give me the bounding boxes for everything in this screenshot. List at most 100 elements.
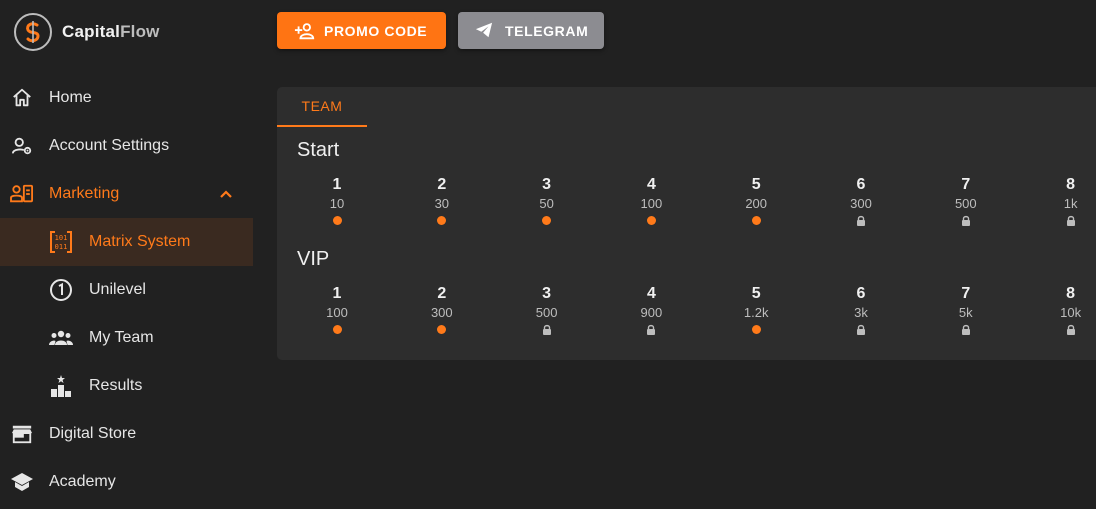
lock-icon: [647, 324, 656, 335]
sidebar-item-label: Digital Store: [49, 425, 137, 442]
level-number: 8: [1066, 176, 1076, 193]
level-number: 3: [542, 176, 552, 193]
level-number: 6: [856, 285, 866, 302]
sidebar-item-matrix-system[interactable]: 101 011 Matrix System: [0, 218, 253, 266]
level-price: 30: [434, 196, 450, 211]
level-price: 3k: [854, 305, 868, 320]
one-circle-icon: [49, 278, 73, 302]
level-slot[interactable]: 1 100: [307, 284, 367, 336]
active-dot-icon: [332, 324, 342, 334]
lock-icon: [517, 322, 577, 336]
lock-icon: [961, 215, 970, 226]
sidebar-item-unilevel[interactable]: Unilevel: [0, 266, 253, 314]
svg-text:101: 101: [55, 234, 68, 242]
home-icon: [10, 86, 34, 110]
sidebar: CapitalFlow Home Account Settings Market…: [0, 0, 253, 509]
level-slot[interactable]: 2 300: [412, 284, 472, 336]
level-number: 5: [751, 285, 761, 302]
active-dot-icon: [517, 213, 577, 227]
active-dot-icon: [542, 215, 552, 225]
level-slot[interactable]: 4 100: [621, 175, 681, 227]
lock-icon: [542, 324, 551, 335]
lock-icon: [936, 322, 996, 336]
lock-icon: [1066, 324, 1075, 335]
marketing-icon: [10, 182, 34, 206]
level-number: 4: [646, 285, 656, 302]
tab-team[interactable]: TEAM: [277, 87, 367, 127]
promo-code-label: PROMO CODE: [324, 22, 428, 39]
level-number: 7: [961, 176, 971, 193]
level-slot[interactable]: 3 50: [517, 175, 577, 227]
active-dot-icon: [646, 215, 656, 225]
level-slot[interactable]: 4 900: [621, 284, 681, 336]
level-number: 4: [646, 176, 656, 193]
telegram-label: TELEGRAM: [505, 22, 589, 39]
sidebar-item-label: Results: [89, 377, 143, 394]
lock-icon: [621, 322, 681, 336]
section-title: Start: [297, 139, 340, 161]
lock-icon: [961, 324, 970, 335]
matrix-icon: 101 011: [49, 230, 73, 254]
lock-icon: [1041, 213, 1096, 227]
lock-icon: [831, 213, 891, 227]
sidebar-item-label: Account Settings: [49, 137, 170, 154]
level-price: 900: [640, 305, 663, 320]
team-matrix-card: TEAM Start 1 10 2 30 3 50 4 100 5 200 6 300 7 500 8 1k VI…: [277, 87, 1096, 360]
add-person-icon: [294, 21, 315, 41]
level-slot[interactable]: 5 200: [726, 175, 786, 227]
level-price: 1k: [1063, 196, 1078, 211]
sidebar-item-results[interactable]: Results: [0, 362, 253, 410]
active-dot-icon: [307, 322, 367, 336]
active-dot-icon: [332, 215, 342, 225]
level-slot[interactable]: 7 500: [936, 175, 996, 227]
level-slot[interactable]: 1 10: [307, 175, 367, 227]
active-dot-icon: [621, 213, 681, 227]
level-price: 50: [539, 196, 554, 211]
lock-icon: [936, 213, 996, 227]
level-slot[interactable]: 3 500: [517, 284, 577, 336]
level-slot[interactable]: 7 5k: [936, 284, 996, 336]
level-slot[interactable]: 6 300: [831, 175, 891, 227]
level-number: 1: [332, 285, 342, 302]
sidebar-item-my-team[interactable]: My Team: [0, 314, 253, 362]
promo-code-button[interactable]: PROMO CODE: [277, 12, 446, 49]
active-dot-icon: [726, 213, 786, 227]
sidebar-item-label: Home: [49, 89, 92, 106]
level-price: 1.2k: [743, 305, 769, 320]
sidebar-item-digital-store[interactable]: Digital Store: [0, 410, 253, 458]
podium-icon: [49, 374, 73, 398]
user-settings-icon: [10, 134, 34, 158]
level-price: 300: [430, 305, 453, 320]
capitalflow-logo-icon: [14, 13, 52, 51]
level-price: 100: [326, 305, 348, 320]
level-slot[interactable]: 8 1k: [1041, 175, 1096, 227]
brand-logo[interactable]: CapitalFlow: [14, 12, 160, 52]
level-price: 10k: [1060, 305, 1082, 320]
level-number: 2: [437, 285, 447, 302]
sidebar-item-label: Unilevel: [89, 281, 146, 298]
svg-text:011: 011: [55, 243, 68, 251]
telegram-button[interactable]: TELEGRAM: [458, 12, 604, 49]
level-slot[interactable]: 6 3k: [831, 284, 891, 336]
level-slot[interactable]: 8 10k: [1041, 284, 1096, 336]
level-price: 5k: [958, 305, 973, 320]
level-slot[interactable]: 5 1.2k: [726, 284, 786, 336]
sidebar-item-marketing[interactable]: Marketing: [0, 170, 253, 218]
sidebar-item-academy[interactable]: Academy: [0, 458, 253, 506]
level-number: 1: [332, 176, 342, 193]
level-price: 300: [850, 196, 872, 211]
brand-name: CapitalFlow: [62, 22, 160, 41]
sidebar-item-home[interactable]: Home: [0, 74, 253, 122]
group-icon: [49, 326, 73, 350]
active-dot-icon: [437, 324, 447, 334]
level-slot[interactable]: 2 30: [412, 175, 472, 227]
level-price: 100: [640, 196, 663, 211]
active-dot-icon: [437, 215, 447, 225]
lock-icon: [857, 324, 865, 335]
lock-icon: [1066, 215, 1075, 226]
chevron-up-icon[interactable]: [216, 184, 236, 204]
store-icon: [10, 422, 34, 446]
sidebar-item-account-settings[interactable]: Account Settings: [0, 122, 253, 170]
level-price: 200: [745, 196, 768, 211]
level-number: 6: [856, 176, 866, 193]
